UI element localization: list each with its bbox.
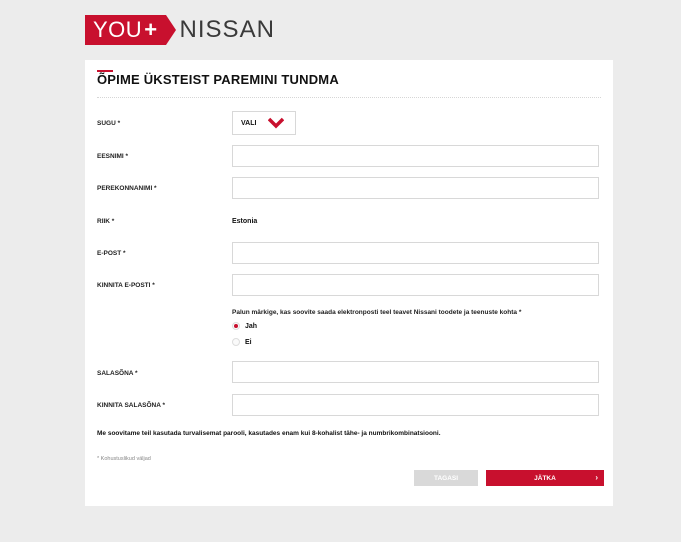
password-input[interactable] (232, 361, 599, 383)
newsletter-consent-question: Palun märkige, kas soovite saada elektro… (232, 309, 522, 316)
logo-badge-tail (165, 15, 176, 45)
last-name-input[interactable] (232, 177, 599, 199)
continue-button-label: JÄTKA (534, 474, 556, 482)
email-input[interactable] (232, 242, 599, 264)
logo-brand-text: NISSAN (179, 16, 275, 43)
last-name-label: PEREKONNANIMI * (97, 185, 157, 192)
country-value: Estonia (232, 218, 258, 225)
country-label: RIIK * (97, 218, 115, 225)
consent-option-yes-label: Jah (245, 322, 258, 330)
title-divider (97, 97, 601, 98)
first-name-input[interactable] (232, 145, 599, 167)
password-confirm-label: KINNITA SALASÕNA * (97, 402, 166, 409)
required-fields-note: * Kohustuslikud väljad (97, 456, 151, 462)
registration-form-card: ÕPIME ÜKSTEIST PAREMINI TUNDMA SUGU * VA… (85, 60, 613, 506)
radio-unchecked-icon[interactable] (232, 338, 240, 346)
email-confirm-input[interactable] (232, 274, 599, 296)
gender-label: SUGU * (97, 120, 121, 127)
logo-you-text: YOU (93, 17, 143, 42)
radio-checked-icon[interactable] (232, 322, 240, 330)
chevron-right-icon: › (595, 473, 598, 482)
continue-button[interactable]: JÄTKA › (486, 470, 604, 486)
logo-badge: YOU + (85, 15, 166, 45)
password-confirm-input[interactable] (232, 394, 599, 416)
email-label: E-POST * (97, 250, 126, 257)
password-hint: Me soovitame teil kasutada turvalisemat … (97, 430, 441, 437)
password-label: SALASÕNA * (97, 370, 138, 377)
back-button[interactable]: TAGASI (414, 470, 478, 486)
consent-option-yes[interactable]: Jah (232, 322, 257, 330)
gender-select[interactable]: VALI (232, 111, 296, 135)
first-name-label: EESNIMI * (97, 153, 129, 160)
you-plus-nissan-logo[interactable]: YOU + NISSAN (85, 15, 275, 45)
consent-option-no-label: Ei (245, 338, 252, 346)
chevron-down-icon (268, 117, 285, 129)
page: YOU + NISSAN ÕPIME ÜKSTEIST PAREMINI TUN… (0, 0, 681, 542)
consent-option-no[interactable]: Ei (232, 338, 252, 346)
logo-plus-text: + (144, 17, 158, 42)
form-title: ÕPIME ÜKSTEIST PAREMINI TUNDMA (97, 72, 339, 87)
back-button-label: TAGASI (433, 474, 459, 482)
email-confirm-label: KINNITA E-POSTI * (97, 282, 155, 289)
gender-select-value: VALI (241, 119, 257, 127)
